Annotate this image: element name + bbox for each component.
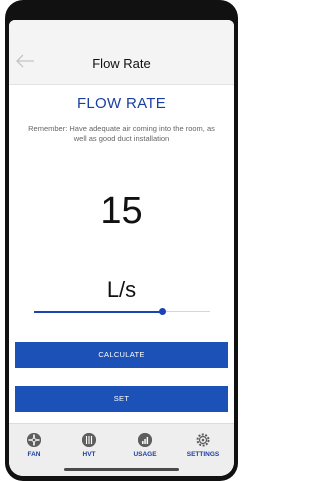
page-title: FLOW RATE	[76, 95, 167, 112]
slider-thumb[interactable]	[159, 308, 167, 315]
slider-fill	[34, 311, 163, 313]
fan-icon	[27, 433, 41, 447]
gear-icon	[196, 433, 210, 447]
nav-item-usage[interactable]: USAGE	[123, 433, 167, 458]
nav-label-settings: SETTINGS	[186, 451, 220, 458]
flow-rate-value: 15	[100, 190, 143, 232]
nav-item-hvt[interactable]: HVT	[67, 433, 111, 458]
app-screen: Flow Rate FLOW RATE Remember: Have adequ…	[9, 20, 234, 476]
home-indicator	[64, 468, 179, 471]
nav-label-fan: FAN	[27, 451, 41, 458]
nav-label-usage: USAGE	[133, 451, 157, 458]
flow-rate-slider[interactable]	[34, 306, 210, 318]
bottom-nav: FAN HVT USAGE SETTINGS	[9, 423, 234, 476]
nav-item-fan[interactable]: FAN	[12, 433, 56, 458]
flow-rate-unit: L/s	[106, 277, 137, 302]
set-button[interactable]: SET	[15, 386, 228, 412]
hvt-icon	[82, 433, 96, 447]
calculate-button[interactable]: CALCULATE	[15, 342, 228, 368]
app-header: Flow Rate	[9, 20, 234, 85]
usage-chart-icon	[138, 433, 152, 447]
phone-frame: Flow Rate FLOW RATE Remember: Have adequ…	[5, 0, 238, 481]
nav-label-hvt: HVT	[82, 451, 96, 458]
reminder-text: Remember: Have adequate air coming into …	[28, 124, 215, 143]
nav-item-settings[interactable]: SETTINGS	[181, 433, 225, 458]
header-title: Flow Rate	[92, 56, 151, 71]
